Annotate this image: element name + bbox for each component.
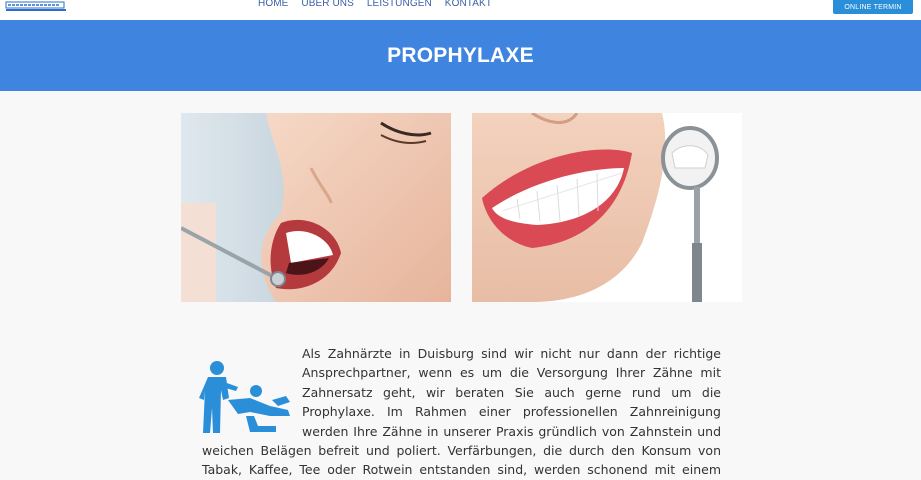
nav-kontakt[interactable]: KONTAKT — [445, 0, 492, 10]
top-navigation-bar: HOME ÜBER UNS LEISTUNGEN KONTAKT ONLINE … — [0, 0, 921, 20]
prophylaxe-intro-text: Als Zahnärzte in Duisburg sind wir nicht… — [202, 344, 721, 480]
page-hero-banner: PROPHYLAXE — [0, 20, 921, 91]
dental-checkup-photo — [181, 113, 451, 302]
online-termin-button[interactable]: ONLINE TERMIN — [833, 0, 913, 14]
main-nav: HOME ÜBER UNS LEISTUNGEN KONTAKT — [258, 0, 505, 10]
dental-practice-logo[interactable] — [4, 0, 68, 12]
white-smile-photo — [472, 113, 742, 302]
nav-home[interactable]: HOME — [258, 0, 288, 10]
nav-ueber-uns[interactable]: ÜBER UNS — [301, 0, 353, 10]
nav-leistungen[interactable]: LEISTUNGEN — [367, 0, 432, 10]
icon-spacer — [202, 344, 302, 438]
page-title: PROPHYLAXE — [387, 43, 534, 67]
